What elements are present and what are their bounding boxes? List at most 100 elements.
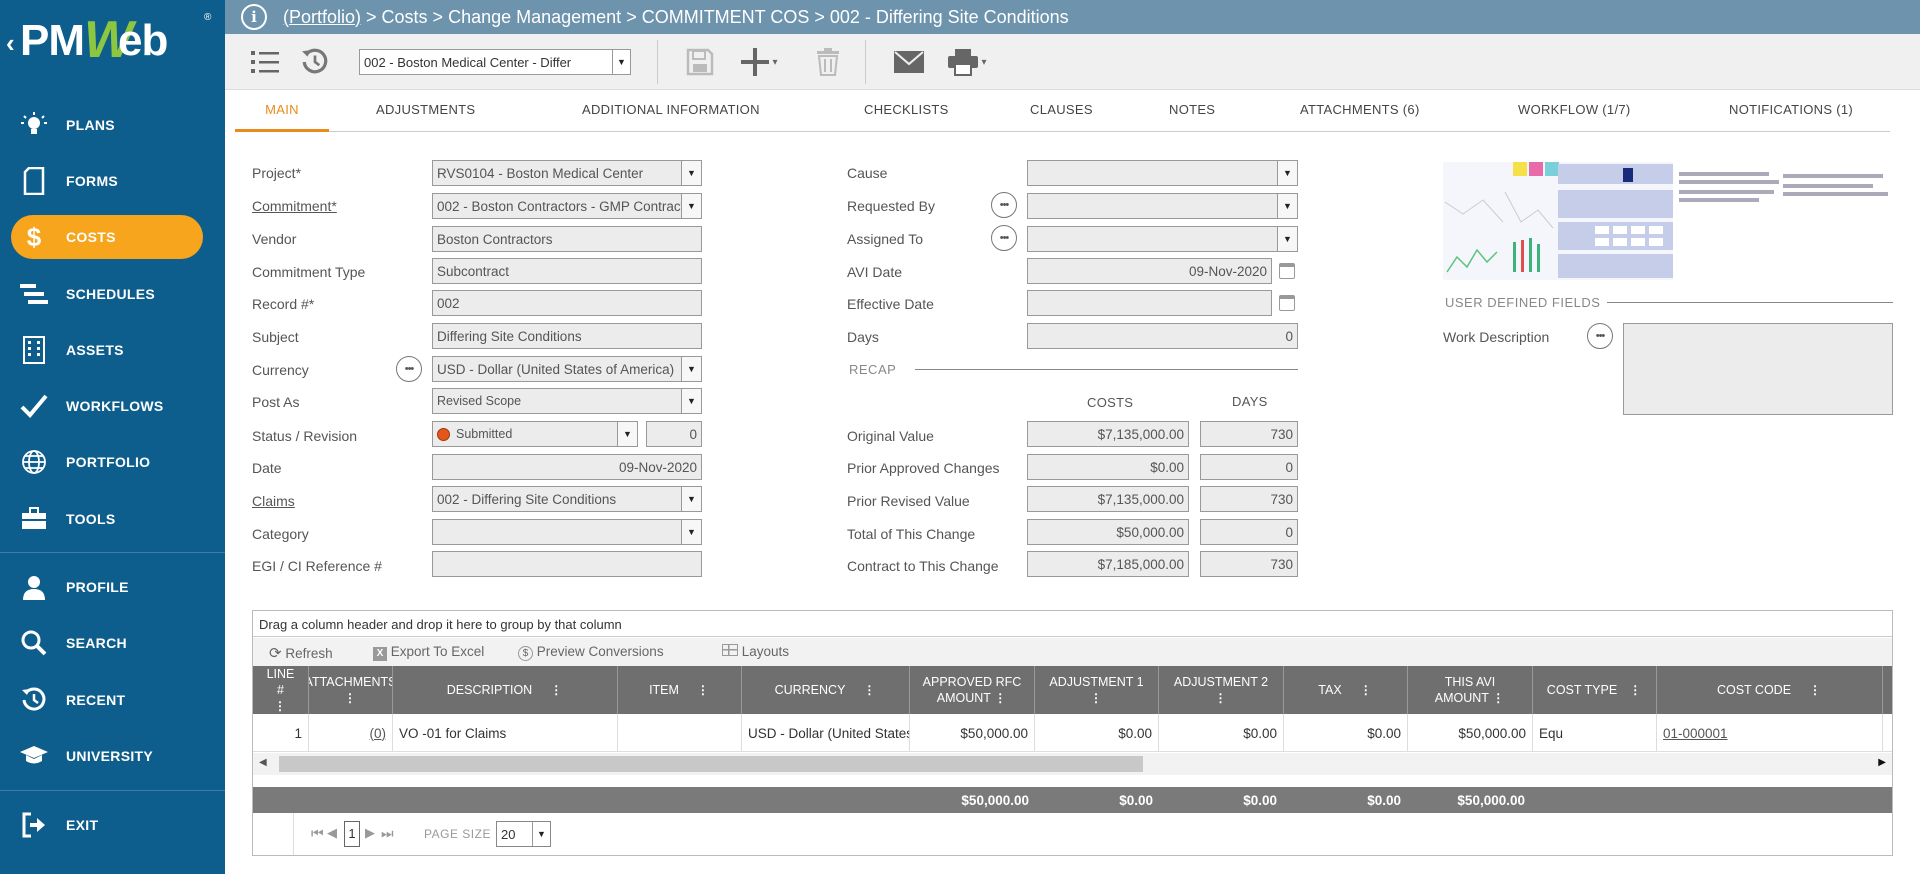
next-page-icon[interactable]: ▶ [365,825,375,841]
nav-assets[interactable]: ASSETS [0,328,225,372]
col-approved-rfc-amount[interactable]: APPROVED RFC AMOUNT ⋮ [910,666,1035,714]
dashboard-thumbnail[interactable] [1443,162,1891,280]
cell-description[interactable]: VO -01 for Claims [393,714,618,752]
print-dropdown-chevron-icon[interactable]: ▾ [976,46,992,78]
add-dropdown-chevron-icon[interactable]: ▾ [767,46,783,78]
avi-date-field[interactable]: 09-Nov-2020 [1027,258,1272,284]
column-menu-icon[interactable]: ⋮ [1215,690,1228,706]
claims-link[interactable]: Claims [252,493,295,509]
assigned-to-select[interactable]: ▼ [1027,226,1298,252]
breadcrumb-portfolio-link[interactable]: (Portfolio) [283,7,361,27]
calendar-icon[interactable] [1279,295,1295,311]
column-menu-icon[interactable]: ⋮ [1629,682,1642,698]
post-as-select[interactable]: Revised Scope ▼ [432,388,702,414]
work-description-more-icon[interactable]: ••• [1587,323,1613,349]
calendar-icon[interactable] [1279,263,1295,279]
record-number-field[interactable]: 002 [432,290,702,316]
col-attachments[interactable]: ATTACHMENTS ⋮ [309,666,393,714]
tab-notifications[interactable]: NOTIFICATIONS (1) [1729,96,1853,132]
cell-adjustment-1[interactable]: $0.00 [1035,714,1159,752]
cause-select[interactable]: ▼ [1027,160,1298,186]
nav-workflows[interactable]: WORKFLOWS [0,384,225,428]
scroll-right-icon[interactable]: ▶ [1878,757,1886,768]
cell-item[interactable] [618,714,742,752]
previous-page-icon[interactable]: ◀ [327,825,337,841]
nav-forms[interactable]: FORMS [0,159,225,203]
current-page-input[interactable]: 1 [344,821,360,847]
scroll-left-icon[interactable]: ◀ [259,757,267,768]
nav-costs[interactable]: $ COSTS [0,215,225,259]
pmweb-logo[interactable]: ‹ PM W eb ® [6,8,216,69]
list-icon[interactable] [249,46,281,78]
currency-select[interactable]: USD - Dollar (United States of America) ▼ [432,356,702,382]
tab-checklists[interactable]: CHECKLISTS [864,96,949,132]
nav-search[interactable]: SEARCH [0,621,225,665]
col-adjustment-2[interactable]: ADJUSTMENT 2 ⋮ [1159,666,1284,714]
column-menu-icon[interactable]: ⋮ [1360,682,1373,698]
tab-attachments[interactable]: ATTACHMENTS (6) [1300,96,1420,132]
effective-date-field[interactable] [1027,290,1272,316]
status-select[interactable]: Submitted ▼ [432,421,638,447]
preview-conversions-button[interactable]: $ Preview Conversions [518,644,664,661]
cell-approved-rfc-amount[interactable]: $50,000.00 [910,714,1035,752]
egi-reference-field[interactable] [432,551,702,577]
page-size-select[interactable]: 20 ▼ [496,821,551,847]
col-cost-code[interactable]: COST CODE ⋮ [1657,666,1883,714]
assigned-to-more-icon[interactable]: ••• [991,225,1017,251]
nav-exit[interactable]: EXIT [0,803,225,847]
scrollbar-thumb[interactable] [279,756,1143,772]
group-by-drop-area[interactable]: Drag a column header and drop it here to… [253,611,1892,637]
column-menu-icon[interactable]: ⋮ [697,682,710,698]
tab-clauses[interactable]: CLAUSES [1030,96,1093,132]
table-row[interactable]: 1 (0) VO -01 for Claims USD - Dollar (Un… [253,714,1892,752]
column-menu-icon[interactable]: ⋮ [994,691,1007,705]
col-line[interactable]: LINE # ⋮ [253,666,309,714]
cell-currency[interactable]: USD - Dollar (United States of America) [742,714,910,752]
currency-more-icon[interactable]: ••• [396,356,422,382]
delete-icon[interactable] [812,46,844,78]
record-select[interactable]: 002 - Boston Medical Center - Differ ▼ [359,49,631,75]
tab-notes[interactable]: NOTES [1169,96,1215,132]
nav-recent[interactable]: RECENT [0,678,225,722]
column-menu-icon[interactable]: ⋮ [1492,691,1505,705]
tab-main[interactable]: MAIN [235,96,329,132]
nav-plans[interactable]: PLANS [0,103,225,147]
cell-adjustment-2[interactable]: $0.00 [1159,714,1284,752]
nav-schedules[interactable]: SCHEDULES [0,272,225,316]
refresh-button[interactable]: ⟳ Refresh [269,644,333,662]
column-menu-icon[interactable]: ⋮ [344,690,357,706]
tab-adjustments[interactable]: ADJUSTMENTS [376,96,475,132]
col-description[interactable]: DESCRIPTION ⋮ [393,666,618,714]
nav-university[interactable]: UNIVERSITY [0,734,225,778]
days-field[interactable]: 0 [1027,323,1298,349]
nav-portfolio[interactable]: PORTFOLIO [0,440,225,484]
requested-by-select[interactable]: ▼ [1027,193,1298,219]
cell-this-avi-amount[interactable]: $50,000.00 [1408,714,1533,752]
tab-additional-information[interactable]: ADDITIONAL INFORMATION [582,96,760,132]
horizontal-scrollbar[interactable]: ◀ ▶ [253,753,1892,775]
subject-field[interactable]: Differing Site Conditions [432,323,702,349]
work-description-field[interactable] [1623,323,1893,415]
requested-by-more-icon[interactable]: ••• [991,192,1017,218]
nav-tools[interactable]: TOOLS [0,497,225,541]
print-icon[interactable] [947,46,979,78]
cell-attachments-link[interactable]: (0) [309,714,393,752]
nav-profile[interactable]: PROFILE [0,565,225,609]
col-currency[interactable]: CURRENCY ⋮ [742,666,910,714]
save-icon[interactable] [684,46,716,78]
col-item[interactable]: ITEM ⋮ [618,666,742,714]
col-adjustment-1[interactable]: ADJUSTMENT 1 ⋮ [1035,666,1159,714]
col-tax[interactable]: TAX ⋮ [1284,666,1408,714]
project-select[interactable]: RVS0104 - Boston Medical Center ▼ [432,160,702,186]
column-menu-icon[interactable]: ⋮ [274,698,287,714]
cell-cost-type[interactable]: Equ [1533,714,1657,752]
column-menu-icon[interactable]: ⋮ [1090,690,1103,706]
tab-workflow[interactable]: WORKFLOW (1/7) [1518,96,1631,132]
layouts-button[interactable]: Layouts [722,644,789,659]
column-menu-icon[interactable]: ⋮ [550,682,563,698]
column-menu-icon[interactable]: ⋮ [1809,682,1822,698]
cell-cost-code-link[interactable]: 01-000001 [1657,714,1883,752]
info-icon[interactable]: i [241,4,267,30]
column-menu-icon[interactable]: ⋮ [863,682,876,698]
first-page-icon[interactable]: ⏮ [311,825,324,842]
